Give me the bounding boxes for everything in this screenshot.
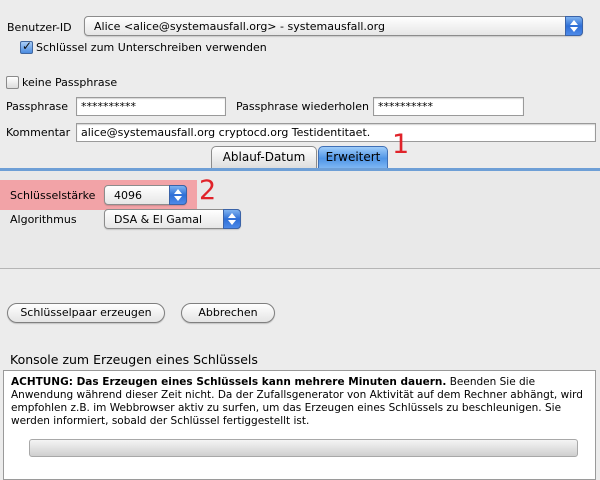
comment-label: Kommentar: [6, 126, 71, 139]
tab-expiry-date[interactable]: Ablauf-Datum: [211, 146, 317, 168]
comment-field[interactable]: alice@systemausfall.org cryptocd.org Tes…: [76, 123, 596, 142]
generate-keypair-button[interactable]: Schlüsselpaar erzeugen: [7, 303, 165, 323]
no-passphrase-label: keine Passphrase: [22, 76, 118, 89]
use-for-signing-label: Schlüssel zum Unterschreiben verwenden: [36, 41, 267, 54]
annotation-marker-1: 1: [392, 129, 410, 160]
console-box: ACHTUNG: Das Erzeugen eines Schlüssels k…: [3, 370, 596, 480]
select-arrows-icon: [565, 16, 583, 36]
algorithm-select[interactable]: DSA & El Gamal: [104, 209, 241, 229]
key-strength-value: 4096: [114, 189, 142, 202]
user-id-label: Benutzer-ID: [7, 21, 72, 34]
passphrase-label: Passphrase: [6, 100, 69, 113]
console-title: Konsole zum Erzeugen eines Schlüssels: [10, 352, 258, 367]
algorithm-value: DSA & El Gamal: [114, 213, 203, 226]
passphrase-repeat-label: Passphrase wiederholen: [236, 100, 369, 113]
tab-advanced[interactable]: Erweitert: [318, 146, 388, 168]
user-id-select[interactable]: Alice <alice@systemausfall.org> - system…: [84, 16, 583, 36]
key-strength-select[interactable]: 4096: [104, 185, 187, 205]
passphrase-field[interactable]: **********: [76, 97, 226, 116]
cancel-button[interactable]: Abbrechen: [181, 303, 275, 323]
use-for-signing-checkbox[interactable]: ✓: [20, 39, 33, 54]
user-id-value: Alice <alice@systemausfall.org> - system…: [94, 20, 385, 33]
no-passphrase-checkbox[interactable]: [6, 76, 19, 89]
console-warning-bold: ACHTUNG: Das Erzeugen eines Schlüssels k…: [11, 376, 447, 388]
generation-progress-bar: [29, 439, 578, 457]
select-arrows-icon: [169, 185, 187, 205]
console-message: ACHTUNG: Das Erzeugen eines Schlüssels k…: [11, 376, 586, 428]
passphrase-repeat-field[interactable]: **********: [373, 97, 524, 116]
algorithm-label: Algorithmus: [10, 213, 77, 226]
annotation-marker-2: 2: [199, 175, 217, 206]
key-strength-label: Schlüsselstärke: [10, 189, 96, 202]
checkmark-icon: ✓: [22, 39, 33, 53]
select-arrows-icon: [223, 209, 241, 229]
